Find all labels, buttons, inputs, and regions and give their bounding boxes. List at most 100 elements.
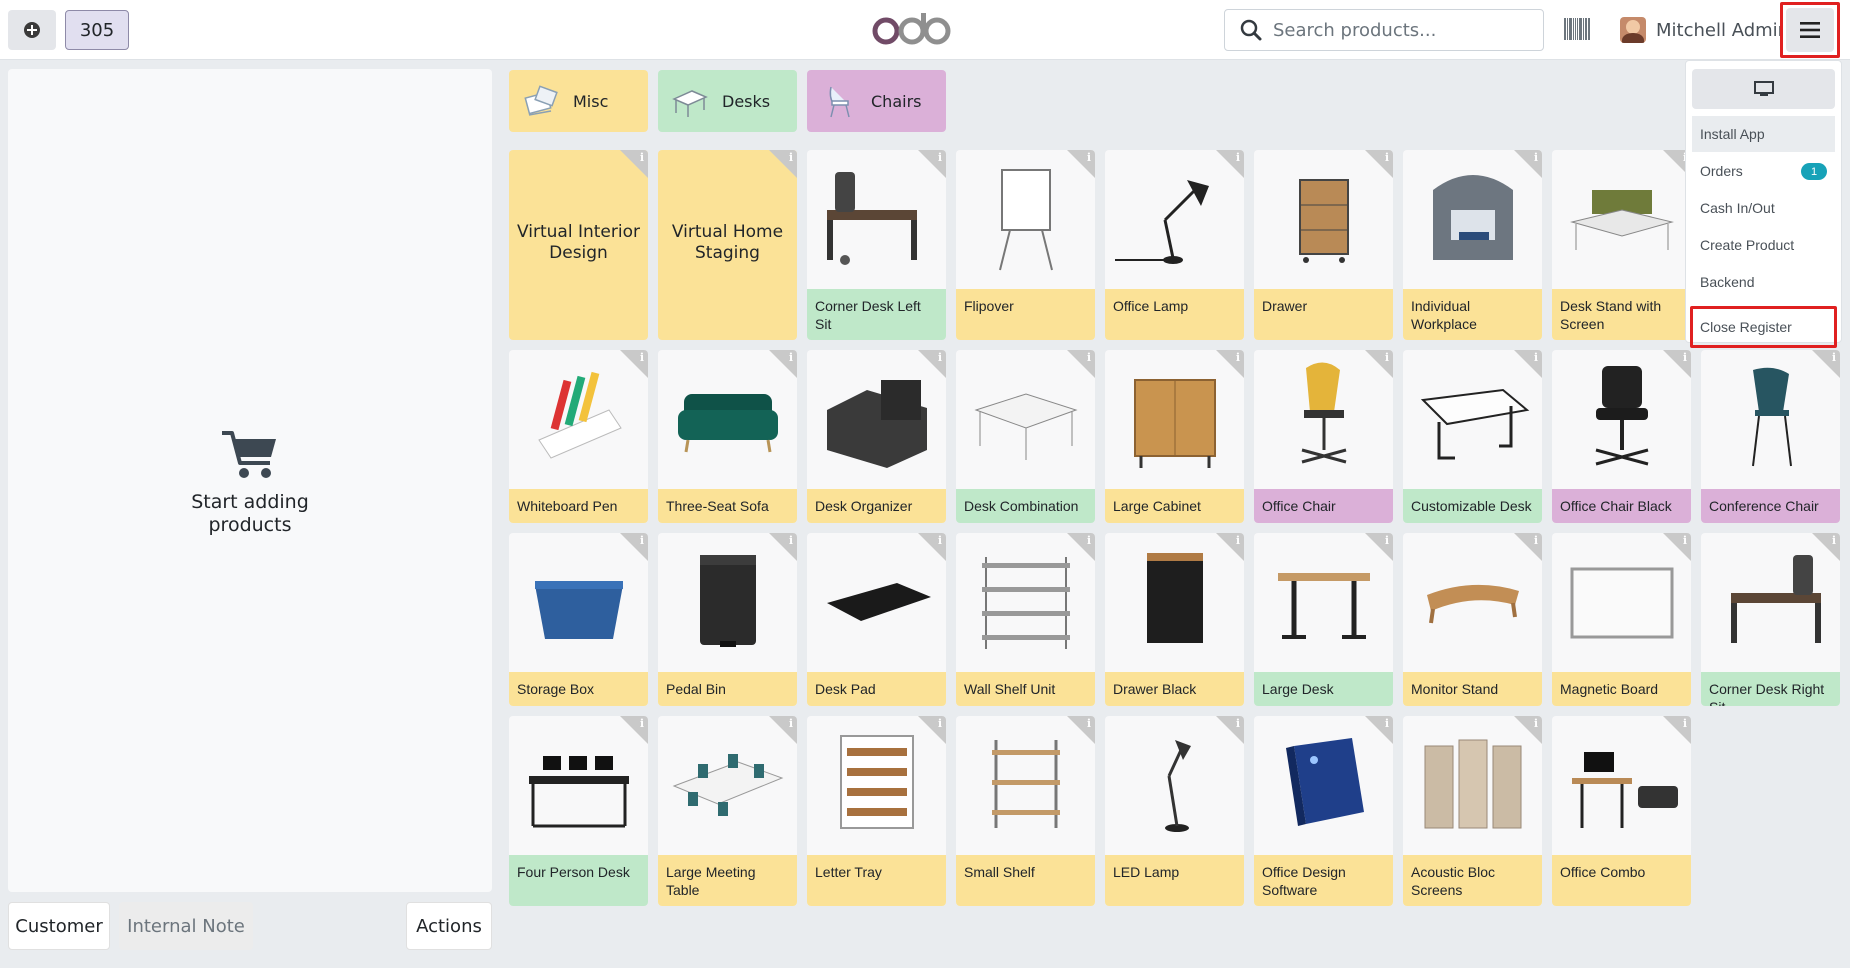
product-card[interactable]: Small Shelf i bbox=[956, 716, 1095, 906]
empty-cart-message: Start adding products bbox=[8, 429, 492, 537]
product-name: Letter Tray bbox=[807, 855, 946, 906]
customer-button[interactable]: Customer bbox=[8, 902, 110, 950]
new-order-button[interactable] bbox=[8, 10, 56, 50]
product-card[interactable]: Customizable Desk i bbox=[1403, 350, 1542, 523]
product-card[interactable]: Three-Seat Sofa i bbox=[658, 350, 797, 523]
product-name: Corner Desk Left Sit bbox=[807, 289, 946, 340]
info-icon[interactable]: i bbox=[1832, 351, 1836, 364]
product-card[interactable]: Monitor Stand i bbox=[1403, 533, 1542, 706]
info-icon[interactable]: i bbox=[1087, 151, 1091, 164]
product-card[interactable]: Letter Tray i bbox=[807, 716, 946, 906]
product-name: Office Combo bbox=[1552, 855, 1691, 906]
product-card[interactable]: Desk Pad i bbox=[807, 533, 946, 706]
info-icon[interactable]: i bbox=[1534, 351, 1538, 364]
info-icon[interactable]: i bbox=[1534, 151, 1538, 164]
product-card[interactable]: LED Lamp i bbox=[1105, 716, 1244, 906]
info-icon[interactable]: i bbox=[1683, 534, 1687, 547]
product-name: Three-Seat Sofa bbox=[658, 489, 797, 523]
info-icon[interactable]: i bbox=[938, 151, 942, 164]
info-icon[interactable]: i bbox=[1683, 717, 1687, 730]
product-card[interactable]: Virtual Home Staging i bbox=[658, 150, 797, 340]
info-icon[interactable]: i bbox=[789, 351, 793, 364]
product-card[interactable]: Drawer i bbox=[1254, 150, 1393, 340]
info-icon[interactable]: i bbox=[1534, 717, 1538, 730]
product-card[interactable]: Acoustic Bloc Screens i bbox=[1403, 716, 1542, 906]
user-profile[interactable]: Mitchell Admin bbox=[1620, 14, 1789, 46]
info-icon[interactable]: i bbox=[1832, 534, 1836, 547]
product-card[interactable]: Office Combo i bbox=[1552, 716, 1691, 906]
product-card[interactable]: Large Cabinet i bbox=[1105, 350, 1244, 523]
product-card[interactable]: Desk Combination i bbox=[956, 350, 1095, 523]
info-icon[interactable]: i bbox=[1236, 717, 1240, 730]
product-card[interactable]: Large Meeting Table i bbox=[658, 716, 797, 906]
barcode-icon[interactable] bbox=[1564, 18, 1590, 40]
product-name: Large Meeting Table bbox=[658, 855, 797, 906]
product-card[interactable]: Four Person Desk i bbox=[509, 716, 648, 906]
info-icon[interactable]: i bbox=[1087, 717, 1091, 730]
internal-note-button[interactable]: Internal Note bbox=[119, 902, 253, 950]
product-card[interactable]: Drawer Black i bbox=[1105, 533, 1244, 706]
category-desks[interactable]: Desks bbox=[658, 70, 797, 132]
product-card[interactable]: Corner Desk Right Sit i bbox=[1701, 533, 1840, 706]
info-icon[interactable]: i bbox=[1236, 351, 1240, 364]
product-card[interactable]: Large Desk i bbox=[1254, 533, 1393, 706]
info-icon[interactable]: i bbox=[1087, 351, 1091, 364]
menu-install-app[interactable]: Install App bbox=[1692, 116, 1835, 152]
menu-orders-label: Orders bbox=[1700, 163, 1743, 179]
fullscreen-toggle-button[interactable] bbox=[1692, 69, 1835, 109]
product-card[interactable]: Storage Box i bbox=[509, 533, 648, 706]
menu-backend[interactable]: Backend bbox=[1692, 264, 1835, 300]
info-icon[interactable]: i bbox=[938, 351, 942, 364]
info-icon[interactable]: i bbox=[640, 151, 644, 164]
product-card[interactable]: Conference Chair i bbox=[1701, 350, 1840, 523]
product-card[interactable]: Desk Stand with Screeni bbox=[1552, 150, 1691, 340]
info-icon[interactable]: i bbox=[938, 534, 942, 547]
product-card[interactable]: Wall Shelf Unit i bbox=[956, 533, 1095, 706]
product-card[interactable]: Office Lamp i bbox=[1105, 150, 1244, 340]
product-name: Four Person Desk bbox=[509, 855, 648, 906]
product-card[interactable]: Virtual Interior Design i bbox=[509, 150, 648, 340]
product-card[interactable]: Desk Organizer i bbox=[807, 350, 946, 523]
category-misc[interactable]: Misc bbox=[509, 70, 648, 132]
product-card[interactable]: Office Chair Black i bbox=[1552, 350, 1691, 523]
info-icon[interactable]: i bbox=[1087, 534, 1091, 547]
info-icon[interactable]: i bbox=[789, 534, 793, 547]
info-icon[interactable]: i bbox=[789, 151, 793, 164]
info-icon[interactable]: i bbox=[1385, 717, 1389, 730]
menu-close-register[interactable]: Close Register bbox=[1690, 306, 1837, 348]
info-icon[interactable]: i bbox=[1534, 534, 1538, 547]
product-card[interactable]: Corner Desk Left Sit i bbox=[807, 150, 946, 340]
info-icon[interactable]: i bbox=[1683, 351, 1687, 364]
info-icon[interactable]: i bbox=[640, 351, 644, 364]
product-name: Wall Shelf Unit bbox=[956, 672, 1095, 706]
category-chairs[interactable]: Chairs bbox=[807, 70, 946, 132]
menu-create-product[interactable]: Create Product bbox=[1692, 227, 1835, 263]
order-number-button[interactable]: 305 bbox=[65, 10, 129, 50]
info-icon[interactable]: i bbox=[1385, 151, 1389, 164]
product-name: Drawer bbox=[1254, 289, 1393, 340]
actions-button[interactable]: Actions bbox=[406, 902, 492, 950]
info-icon[interactable]: i bbox=[1236, 534, 1240, 547]
odoo-logo bbox=[870, 6, 964, 52]
menu-cash-in-out[interactable]: Cash In/Out bbox=[1692, 190, 1835, 226]
search-input[interactable] bbox=[1273, 19, 1533, 41]
user-name: Mitchell Admin bbox=[1656, 19, 1790, 41]
menu-orders[interactable]: Orders 1 bbox=[1692, 153, 1835, 189]
product-name: LED Lamp bbox=[1105, 855, 1244, 906]
info-icon[interactable]: i bbox=[1385, 534, 1389, 547]
info-icon[interactable]: i bbox=[1385, 351, 1389, 364]
product-card[interactable]: Pedal Bin i bbox=[658, 533, 797, 706]
product-card[interactable]: Magnetic Board i bbox=[1552, 533, 1691, 706]
info-icon[interactable]: i bbox=[789, 717, 793, 730]
info-icon[interactable]: i bbox=[640, 717, 644, 730]
product-card[interactable]: Whiteboard Pen i bbox=[509, 350, 648, 523]
product-search-box[interactable] bbox=[1224, 9, 1544, 51]
product-card[interactable]: Individual Workplace i bbox=[1403, 150, 1542, 340]
info-icon[interactable]: i bbox=[640, 534, 644, 547]
info-icon[interactable]: i bbox=[938, 717, 942, 730]
hamburger-menu-button[interactable] bbox=[1780, 2, 1840, 58]
product-card[interactable]: Office Chair i bbox=[1254, 350, 1393, 523]
product-card[interactable]: Office Design Software i bbox=[1254, 716, 1393, 906]
info-icon[interactable]: i bbox=[1236, 151, 1240, 164]
product-card[interactable]: Flipover i bbox=[956, 150, 1095, 340]
